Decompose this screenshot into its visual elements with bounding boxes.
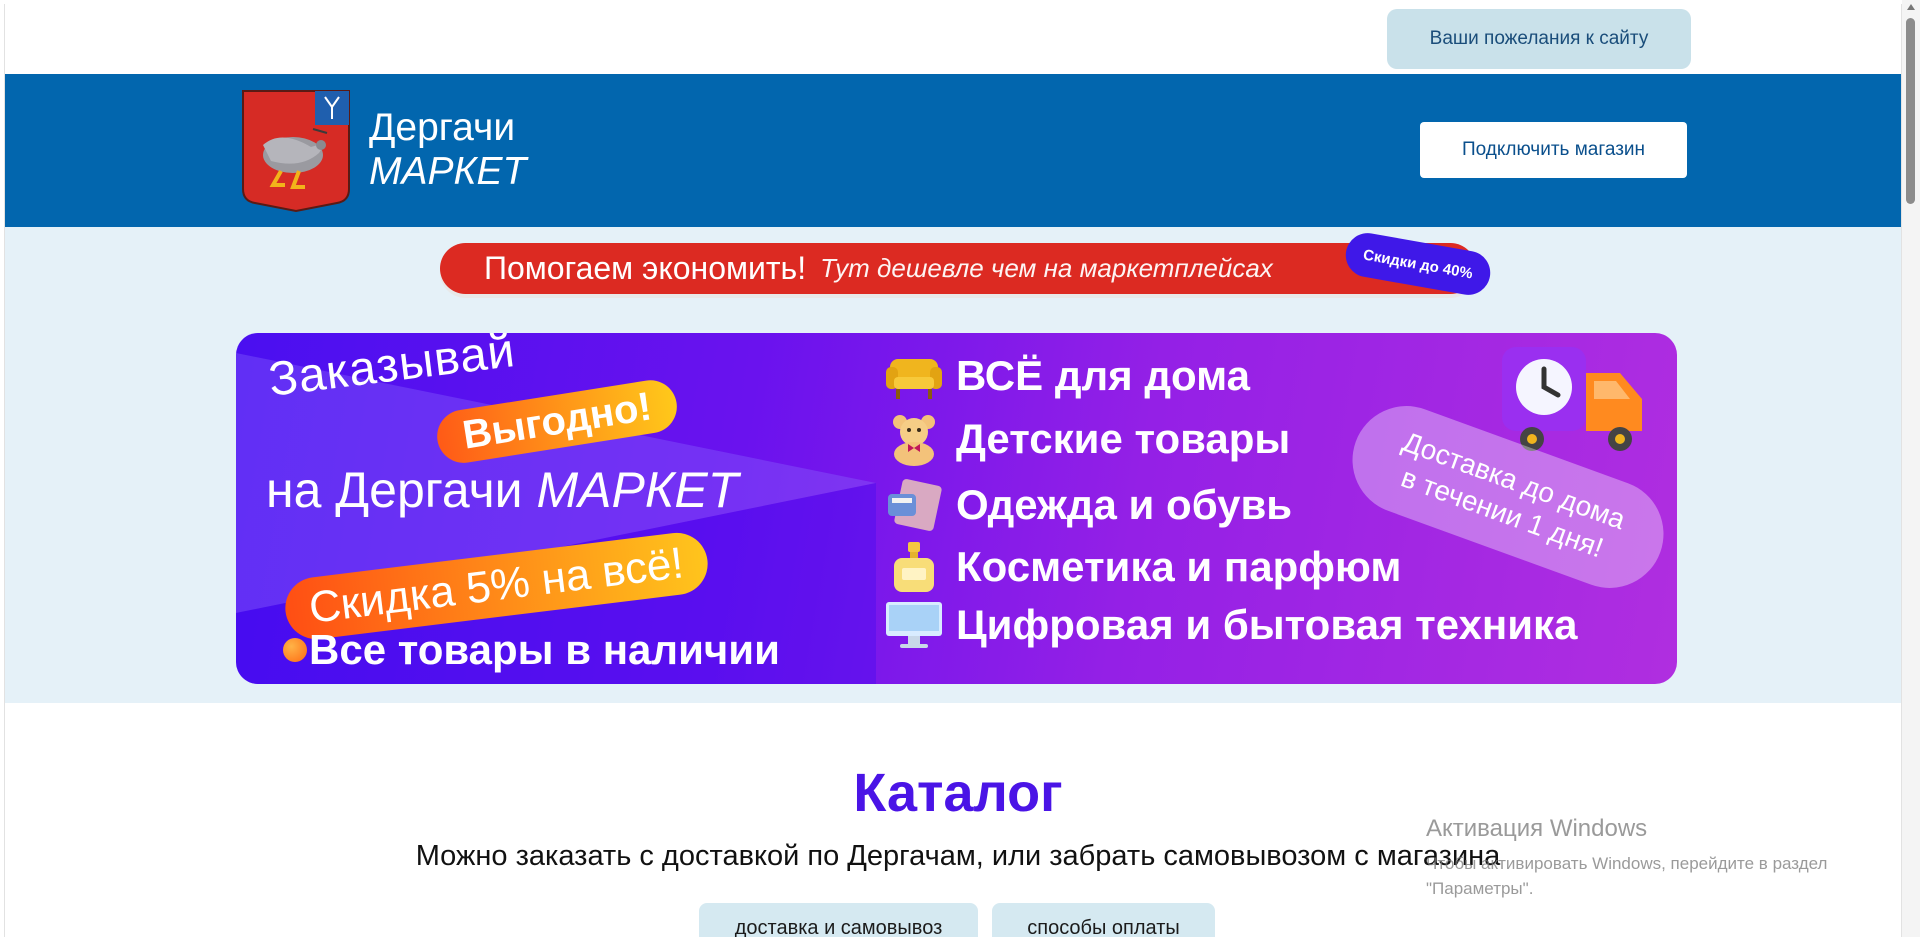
connect-shop-button[interactable]: Подключить магазин (1420, 122, 1687, 178)
bullet-dot-icon (283, 638, 307, 662)
payment-methods-tab[interactable]: способы оплаты (992, 903, 1215, 937)
watermark-title: Активация Windows (1426, 815, 1648, 842)
banner-in-stock-text: Все товары в наличии (309, 626, 780, 673)
banner-category-home: ВСЁ для дома (884, 349, 1250, 403)
delivery-truck-icon (1502, 347, 1642, 451)
category-label: Косметика и парфюм (956, 543, 1402, 590)
banner-market-text: на Дергачи МАРКЕТ (266, 461, 738, 519)
banner-category-clothes: Одежда и обувь (884, 478, 1292, 532)
teddy-bear-icon (884, 412, 944, 466)
sofa-icon (884, 349, 944, 403)
banner-category-cosmetics: Косметика и парфюм (884, 540, 1401, 594)
slogan-sub-text: Тут дешевле чем на маркетплейсах (820, 253, 1273, 283)
banner-market-word: МАРКЕТ (536, 462, 739, 518)
promo-banner[interactable]: Заказывай Выгодно! на Дергачи МАРКЕТ Ски… (236, 333, 1677, 684)
coat-of-arms-logo[interactable] (241, 89, 351, 213)
page-frame: Ваши пожелания к сайту Дергачи МАРКЕТ По… (4, 4, 1902, 937)
scroll-up-arrow-icon[interactable] (1907, 4, 1915, 10)
perfume-icon (884, 540, 944, 594)
banner-category-kids: Детские товары (884, 412, 1290, 466)
top-bar: Ваши пожелания к сайту (5, 4, 1901, 74)
site-feedback-button[interactable]: Ваши пожелания к сайту (1387, 9, 1691, 69)
scrollbar-thumb[interactable] (1906, 18, 1915, 204)
slogan-main-text: Помогаем экономить! (484, 250, 807, 286)
windows-activation-watermark: Активация Windows Чтобы активировать Win… (1426, 815, 1866, 901)
clothes-icon (884, 478, 944, 532)
promo-section: Помогаем экономить! Тут дешевле чем на м… (5, 227, 1901, 703)
category-label: ВСЁ для дома (956, 352, 1250, 399)
delivery-pickup-tab[interactable]: доставка и самовывоз (699, 903, 978, 937)
vertical-scrollbar[interactable] (1902, 0, 1920, 937)
category-label: Детские товары (956, 415, 1291, 462)
site-logo-text[interactable]: Дергачи МАРКЕТ (369, 106, 526, 194)
slogan-banner: Помогаем экономить! Тут дешевле чем на м… (440, 243, 1476, 294)
category-label: Одежда и обувь (956, 481, 1293, 528)
watermark-text: Чтобы активировать Windows, перейдите в … (1426, 854, 1828, 898)
site-header: Дергачи МАРКЕТ Подключить магазин (5, 74, 1901, 227)
logo-title: Дергачи (369, 106, 516, 149)
banner-on-text: на Дергачи (266, 462, 523, 518)
logo-subtitle: МАРКЕТ (369, 150, 527, 193)
banner-category-electronics: Цифровая и бытовая техника (884, 598, 1577, 652)
category-label: Цифровая и бытовая техника (956, 601, 1578, 648)
monitor-icon (884, 598, 944, 652)
